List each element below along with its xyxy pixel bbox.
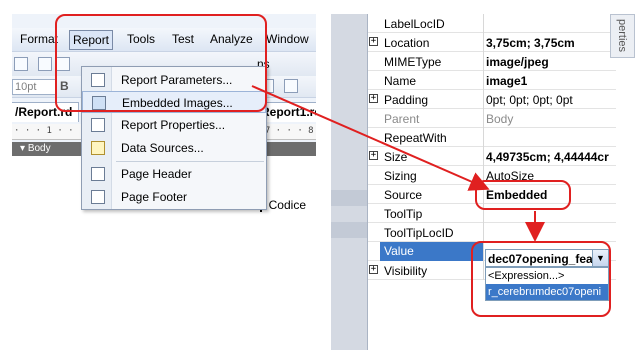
arrow-to-source bbox=[251, 85, 490, 191]
annotation-arrows bbox=[251, 85, 545, 242]
